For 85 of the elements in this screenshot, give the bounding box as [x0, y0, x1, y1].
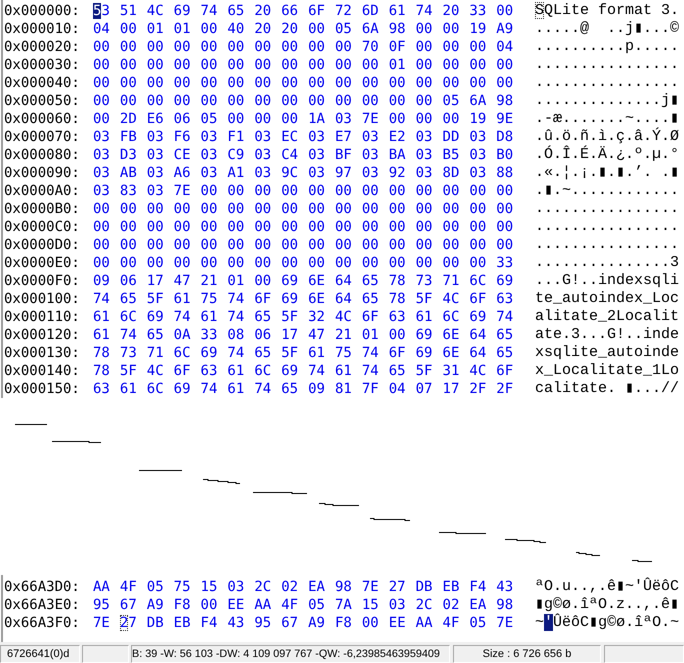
row-offset: 0x000070:	[4, 129, 80, 145]
ascii-text: ~	[535, 614, 544, 631]
caret-char: S	[535, 2, 544, 19]
ascii-text: ................	[535, 236, 680, 253]
ascii-text: .û.ö.ñ.ì.ç.â.Ý.Ø	[535, 128, 680, 145]
status-field: Size : 6 726 656 b	[453, 645, 601, 663]
hex-bytes: 7 DB EB F4 43 95 67 A9 F8 00 EE AA 4F 05 7E	[128, 615, 514, 631]
hex-bytes: 63 61 6C 69 74 61 74 65 09 81 7F 04 07 17 2F 2F	[93, 381, 514, 397]
row-offset: 0x66A3E0:	[4, 597, 80, 613]
ascii-text: ..........p.....	[535, 38, 680, 55]
hex-bytes: 00 00 00 00 00 00 00 00 00 00 00 00 00 00 00 00	[93, 201, 514, 217]
ascii-text: alitate_2Localit	[535, 308, 680, 325]
hex-bytes: AA 4F 05 75 15 03 2C 02 EA 98 7E 27 DB EB F4 43	[93, 579, 514, 595]
row-offset: 0x66A3D0:	[4, 579, 80, 595]
row-offset: 0x000130:	[4, 345, 80, 361]
caret-nibble: 2	[120, 615, 128, 631]
ascii-text: ▮g©ø.îªO.z..,.ê▮	[535, 596, 680, 613]
ascii-text: QLite format 3.	[544, 2, 680, 19]
row-offset: 0x000110:	[4, 309, 80, 325]
hex-bytes: 00 2D E6 06 05 00 00 00 1A 03 7E 00 00 00 19 9E	[93, 111, 514, 127]
hex-bytes: 03 FB 03 F6 03 F1 03 EC 03 E7 03 E2 03 DD 03 D8	[93, 129, 514, 145]
ascii-text: ªO.u..,.ê▮~'ÛëôC	[535, 578, 680, 595]
row-offset: 0x000030:	[4, 57, 80, 73]
row-offset: 0x000000:	[4, 3, 80, 19]
hex-bytes: 00 00 00 00 00 00 00 00 00 00 00 00 00 05 6A 98	[93, 93, 514, 109]
status-field: 6726641(0)d	[0, 645, 80, 663]
ascii-text: .Ó.Î.É.Ä.¿.º.µ.°	[535, 146, 680, 163]
hex-bytes: 03 D3 03 CE 03 C9 03 C4 03 BF 03 BA 03 B5 03 B0	[93, 147, 514, 163]
hex-bytes: 00 00 00 00 00 00 00 00 00 00 00 00 00 00 00 00	[93, 75, 514, 91]
hex-bytes: 95 67 A9 F8 00 EE AA 4F 05 7A 15 03 2C 02 EA 98	[93, 597, 514, 613]
hex-bytes: 74 65 5F 61 75 74 6F 69 6E 64 65 78 5F 4C 6F 63	[93, 291, 514, 307]
row-offset: 0x000100:	[4, 291, 80, 307]
hex-bytes: 78 5F 4C 6F 63 61 6C 69 74 61 74 65 5F 31 4C 6F	[93, 363, 514, 379]
row-offset: 0x000090:	[4, 165, 80, 181]
row-offset: 0x000080:	[4, 147, 80, 163]
row-offset: 0x000140:	[4, 363, 80, 379]
row-offset: 0x66A3F0:	[4, 615, 80, 631]
hex-bytes: 00 00 00 00 00 00 00 00 00 00 70 0F 00 00 00 04	[93, 39, 514, 55]
ascii-text: .«.¦.¡.▮.▮.’. .▮	[535, 164, 680, 181]
row-offset: 0x0000A0:	[4, 183, 80, 199]
row-offset: 0x0000B0:	[4, 201, 80, 217]
ascii-text: .....@ ..j▮...©	[535, 20, 680, 37]
ascii-text: ................	[535, 74, 680, 91]
ascii-text: x_Localitate_1Lo	[535, 362, 680, 379]
ascii-text: calitate. ▮...//	[535, 380, 680, 397]
row-offset: 0x000060:	[4, 111, 80, 127]
ascii-text: ..............j▮	[535, 92, 680, 109]
ascii-text: ...G!..indexsqli	[535, 272, 680, 289]
ascii-text: ................	[535, 218, 680, 235]
row-offset: 0x000040:	[4, 75, 80, 91]
row-offset: 0x0000C0:	[4, 219, 80, 235]
status-field	[82, 645, 129, 663]
hex-bytes: 03 AB 03 A6 03 A1 03 9C 03 97 03 92 03 8D 03 88	[93, 165, 514, 181]
ascii-text: xsqlite_autoinde	[535, 344, 680, 361]
hex-bytes: 61 74 65 0A 33 08 06 17 47 21 01 00 69 6E 64 65	[93, 327, 514, 343]
cursor-nibble: 5	[93, 3, 102, 19]
hex-bytes: 03 83 03 7E 00 00 00 00 00 00 00 00 00 00 00 00	[93, 183, 514, 199]
cursor-char: '	[544, 614, 554, 631]
row-offset: 0x000010:	[4, 21, 80, 37]
hex-bytes: 00 00 00 00 00 00 00 00 00 00 00 00 00 00 00 33	[93, 255, 514, 271]
hex-bytes: 7E	[93, 615, 111, 631]
ascii-text: ...............3	[535, 254, 680, 271]
ascii-text: .-æ.......~....▮	[535, 110, 680, 127]
row-offset: 0x0000D0:	[4, 237, 80, 253]
hex-bytes: 04 00 01 01 00 40 20 20 00 05 6A 98 00 00 19 A9	[93, 21, 514, 37]
row-offset: 0x000150:	[4, 381, 80, 397]
ascii-text: ÛëôC▮g©ø.îªO.~	[553, 614, 680, 631]
row-offset: 0x000120:	[4, 327, 80, 343]
row-offset: 0x0000F0:	[4, 273, 80, 289]
hex-bytes: 00 00 00 00 00 00 00 00 00 00 00 00 00 00 00 00	[93, 219, 514, 235]
row-offset: 0x000050:	[4, 93, 80, 109]
hex-bytes: 61 6C 69 74 61 74 65 5F 32 4C 6F 63 61 6C 69 74	[93, 309, 514, 325]
ascii-text: ................	[535, 56, 680, 73]
hex-bytes: 00 00 00 00 00 00 00 00 00 00 00 00 00 00 00 00	[93, 237, 514, 253]
hex-bytes: 09 06 17 47 21 01 00 69 6E 64 65 78 73 71 6C 69	[93, 273, 514, 289]
ascii-text: ................	[535, 200, 680, 217]
row-offset: 0x000020:	[4, 39, 80, 55]
hex-bytes: 78 73 71 6C 69 74 65 5F 61 75 74 6F 69 6E 64 65	[93, 345, 514, 361]
ascii-text: .▮.~............	[535, 182, 680, 199]
hex-bytes: 3 51 4C 69 74 65 20 66 6F 72 6D 61 74 20 33 00	[101, 3, 514, 19]
ascii-text: ate.3...G!..inde	[535, 326, 680, 343]
ascii-text: te_autoindex_Loc	[535, 290, 680, 307]
row-offset: 0x0000E0:	[4, 255, 80, 271]
status-field: B: 39 -W: 56 103 -DW: 4 109 097 767 -QW: -6,23985463959409	[131, 645, 450, 663]
hex-bytes: 00 00 00 00 00 00 00 00 00 00 00 01 00 00 00 00	[93, 57, 514, 73]
